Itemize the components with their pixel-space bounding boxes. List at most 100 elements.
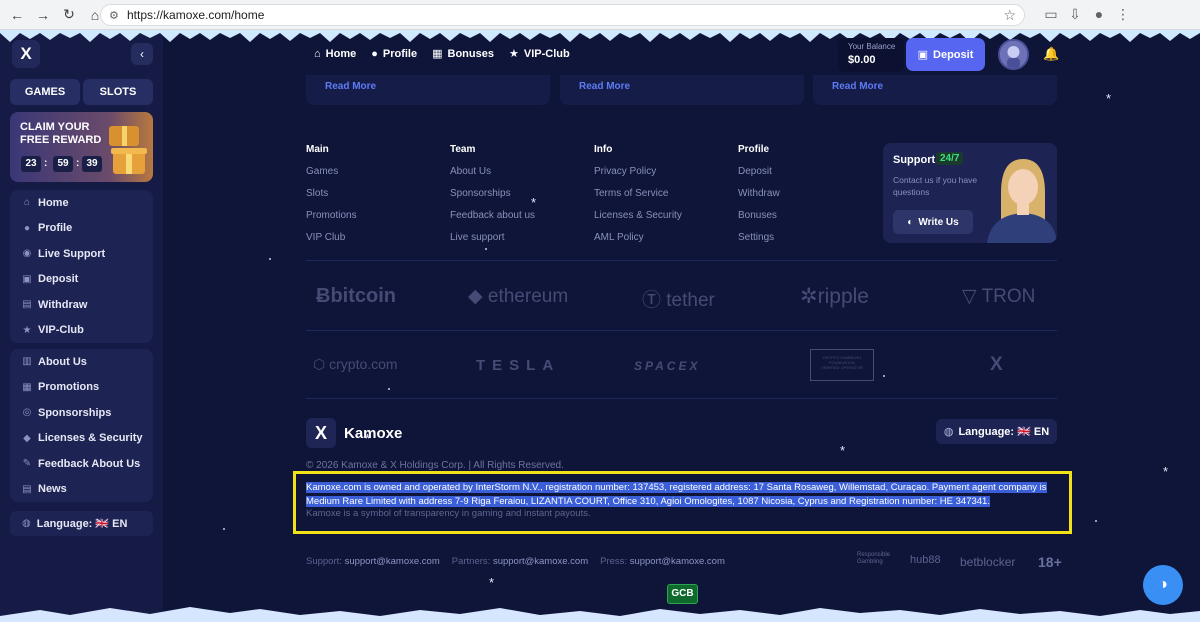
press-email-link[interactable]: support@kamoxe.com [630,556,725,567]
forward-arrow-icon[interactable]: → [32,4,54,26]
sidebar-item-news[interactable]: ▤ News [10,477,153,503]
contact-press: Press: support@kamoxe.com [600,556,725,567]
partner-logo-ripple: ✲ripple [800,285,869,308]
footer-link-aml[interactable]: AML Policy [594,232,644,243]
sidebar-item-home[interactable]: ⌂ Home [10,190,153,216]
gcb-license-badge[interactable]: GCB [667,584,698,604]
partner-logo-tether: Ⓣ tether [642,290,715,311]
sidebar-item-deposit[interactable]: ▣ Deposit [10,267,153,293]
footer-link-sponsorships[interactable]: Sponsorships [450,188,511,199]
footer-link-licenses[interactable]: Licenses & Security [594,210,682,221]
footer-link-deposit[interactable]: Deposit [738,166,772,177]
sidebar-language-selector[interactable]: ◍ Language: 🇬🇧 EN [10,511,153,536]
read-more-link[interactable]: Read More [325,81,376,92]
footer-link-privacy[interactable]: Privacy Policy [594,166,656,177]
partner-logo-crypto-com: ⬡ crypto.com [313,356,398,372]
globe-icon: ◍ [22,518,31,529]
support-title: Support [893,154,936,166]
footer-link-live-support[interactable]: Live support [450,232,504,243]
sidebar-item-sponsorships[interactable]: ◎ Sponsorships [10,400,153,426]
user-icon: ● [23,222,31,234]
sidebar-item-profile[interactable]: ● Profile [10,216,153,242]
footer-link-about-us[interactable]: About Us [450,166,491,177]
home-icon: ⌂ [314,47,321,60]
tab-games[interactable]: GAMES [10,79,80,105]
footer-logo[interactable]: X [306,418,336,448]
footer-link-withdraw[interactable]: Withdraw [738,188,780,199]
betblocker-logo[interactable]: betblocker [960,555,1015,569]
partners-email-link[interactable]: support@kamoxe.com [493,556,588,567]
ethereum-icon: ◆ [468,286,488,307]
home-icon: ⌂ [23,197,31,209]
top-nav-home[interactable]: ⌂ Home [314,47,356,60]
sidebar-item-about-us[interactable]: ▥ About Us [10,349,153,375]
footer-brand-name: Kamoxe [344,425,403,442]
live-chat-button[interactable]: ◑ [1143,565,1183,605]
sidebar-item-feedback[interactable]: ✎ Feedback About Us [10,451,153,477]
bitcoin-icon: Ƀ [316,285,331,307]
sidebar-item-vip-club[interactable]: ★ VIP-Club [10,318,153,344]
read-more-link[interactable]: Read More [832,81,883,92]
sidebar-item-live-support[interactable]: ◉ Live Support [10,241,153,267]
contact-partners: Partners: support@kamoxe.com [451,556,589,567]
snowflake-icon: * [365,431,371,446]
bookmark-star-icon[interactable]: ☆ [1003,7,1016,24]
footer-link-vip-club[interactable]: VIP Club [306,232,345,243]
avatar[interactable] [998,39,1029,70]
avatar-character-icon [1000,41,1027,68]
tagline-text: Kamoxe is a symbol of transparency in ga… [306,508,591,519]
balance-value: $0.00 [848,54,876,66]
top-nav-bonuses[interactable]: ▦ Bonuses [432,47,494,61]
footer-link-games[interactable]: Games [306,166,338,177]
footer-link-settings[interactable]: Settings [738,232,774,243]
footer-link-slots[interactable]: Slots [306,188,328,199]
wallet-icon: ▣ [22,273,32,285]
sidebar-item-promotions[interactable]: ▦ Promotions [10,375,153,401]
gift-box-icon [109,126,147,174]
profile-browser-icon[interactable]: ● [1090,6,1108,24]
site-settings-icon[interactable]: ⚙ [109,9,121,22]
extension-icon[interactable]: ▭ [1042,6,1060,24]
partner-logo-tesla: TESLA [476,357,561,374]
timer-seconds: 39 [82,156,102,172]
read-more-link[interactable]: Read More [579,81,630,92]
support-email-link[interactable]: support@kamoxe.com [345,556,440,567]
footer-link-feedback[interactable]: Feedback about us [450,210,535,221]
snowflake-icon: * [1163,464,1169,479]
wallet-icon: ▣ [917,49,929,61]
reload-icon[interactable]: ↻ [58,4,80,26]
url-text: https://kamoxe.com/home [127,8,265,22]
timer-hours: 23 [21,156,41,172]
tab-slots[interactable]: SLOTS [83,79,153,105]
tron-icon: ▽ [962,286,982,307]
ripple-icon: ✲ [800,285,818,308]
back-arrow-icon[interactable]: ← [6,4,28,26]
notification-bell-icon[interactable]: 🔔 [1043,46,1059,62]
footer-link-promotions[interactable]: Promotions [306,210,357,221]
menu-dots-icon[interactable]: ⋮ [1114,6,1132,24]
sidebar-item-withdraw[interactable]: ▤ Withdraw [10,292,153,318]
deposit-button[interactable]: ▣ Deposit [906,38,985,71]
star-icon: ★ [22,324,32,336]
free-reward-card[interactable]: CLAIM YOUR FREE REWARD 23 : 59 : 39 [10,112,153,182]
snowflake-icon: * [531,195,537,210]
responsible-gambling-logo[interactable]: Responsible Gambling [857,552,897,566]
logo[interactable]: X [12,40,40,68]
collapse-sidebar-button[interactable]: ‹ [131,43,153,65]
contact-support: Support: support@kamoxe.com [306,556,440,567]
sidebar-item-licenses[interactable]: ◆ Licenses & Security [10,426,153,452]
support-icon: ◉ [22,248,32,260]
hub88-logo[interactable]: hub88 [910,554,941,566]
main-menu: ⌂ Home ● Profile ◉ Live Support ▣ Deposit ▤ W… [10,190,153,343]
top-nav-vip-club[interactable]: ★ VIP-Club [509,47,570,61]
partner-logo-x: X [990,354,1003,375]
address-bar[interactable]: ⚙ https://kamoxe.com/home ☆ [100,4,1025,26]
footer-link-bonuses[interactable]: Bonuses [738,210,777,221]
snowflake-icon: * [1106,91,1112,106]
footer-link-terms[interactable]: Terms of Service [594,188,668,199]
download-icon[interactable]: ⇩ [1066,6,1084,24]
partner-logo-tron: ▽ TRON [962,286,1036,307]
top-nav-profile[interactable]: ● Profile [371,47,417,60]
write-us-button[interactable]: ◐ Write Us [893,210,973,234]
footer-language-selector[interactable]: ◍ Language: 🇬🇧 EN [936,419,1057,444]
